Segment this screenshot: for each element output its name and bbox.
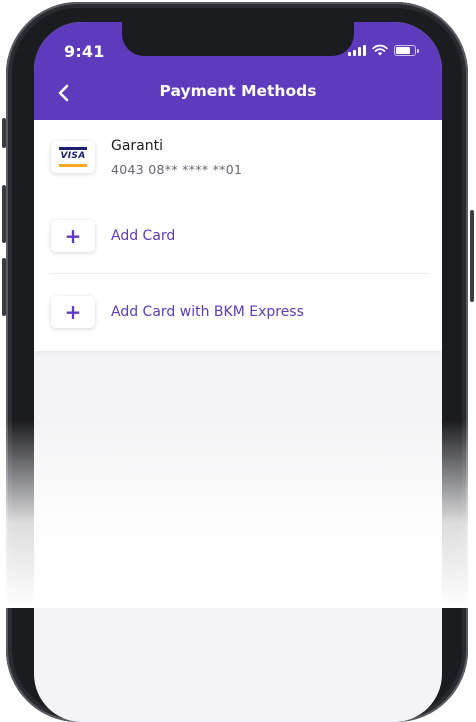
page-title: Payment Methods [159, 82, 317, 100]
power-button [470, 210, 474, 302]
plus-icon: + [64, 300, 82, 324]
volume-up-button [2, 185, 6, 243]
card-bank-name: Garanti [111, 138, 164, 154]
saved-card-item[interactable]: VISA [51, 141, 95, 173]
add-card-label[interactable]: Add Card [111, 228, 175, 244]
battery-icon [394, 44, 419, 56]
status-time: 9:41 [64, 42, 105, 61]
card-number: 4043 08** **** **01 [111, 162, 243, 177]
volume-down-button [2, 258, 6, 316]
visa-logo: VISA [60, 151, 86, 161]
status-icons [348, 43, 419, 57]
plus-icon: + [64, 224, 82, 248]
phone-screen: 9:41 Payment Methods [34, 22, 442, 722]
divider [50, 273, 428, 274]
camera-notch [122, 22, 354, 56]
cellular-signal-icon [348, 44, 366, 56]
silent-switch [2, 118, 6, 148]
add-bkm-card-button[interactable]: + [51, 296, 95, 328]
wifi-icon [372, 44, 388, 56]
add-card-button[interactable]: + [51, 220, 95, 252]
add-bkm-card-label[interactable]: Add Card with BKM Express [111, 304, 304, 320]
